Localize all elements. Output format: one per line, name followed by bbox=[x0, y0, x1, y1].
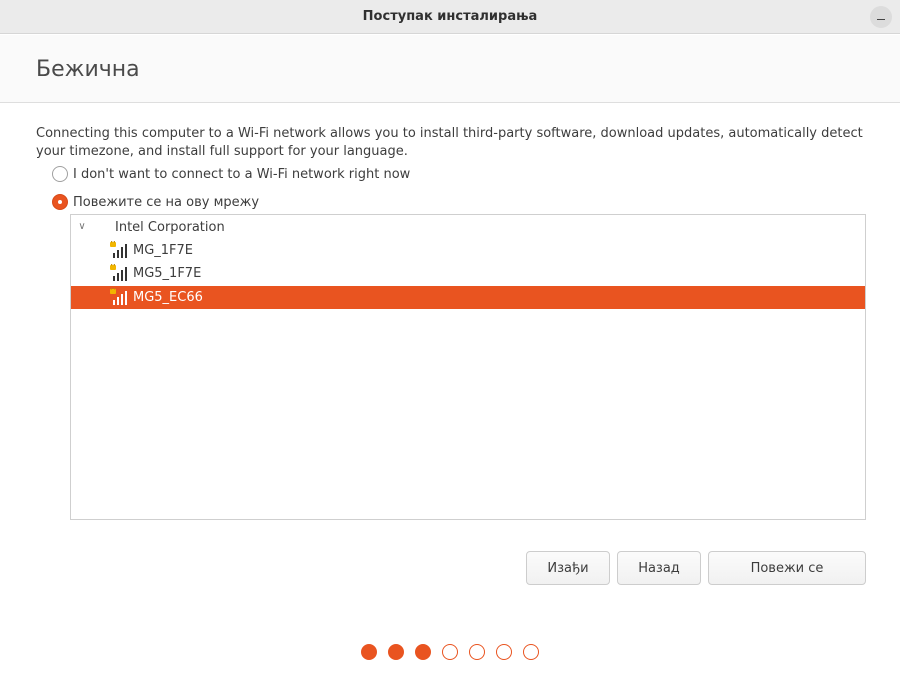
radio-connect-network[interactable] bbox=[52, 194, 68, 210]
network-row[interactable]: MG5_1F7E bbox=[71, 262, 865, 285]
window-title: Поступак инсталирања bbox=[362, 9, 538, 24]
description-text: Connecting this computer to a Wi-Fi netw… bbox=[36, 126, 863, 159]
option-no-wifi[interactable]: I don't want to connect to a Wi-Fi netwo… bbox=[52, 166, 410, 182]
chevron-down-icon[interactable]: ∨ bbox=[76, 221, 88, 233]
secure-wifi-signal-icon bbox=[110, 288, 127, 305]
progress-dot bbox=[469, 644, 485, 660]
progress-dot bbox=[361, 644, 377, 660]
progress-dot bbox=[523, 644, 539, 660]
network-list[interactable]: ∨ Intel Corporation MG_1F7E MG5_1F7E MG5… bbox=[70, 214, 866, 520]
option-connect-network[interactable]: Повежите се на ову мрежу bbox=[52, 194, 259, 210]
secure-wifi-signal-icon bbox=[110, 241, 127, 258]
progress-dot bbox=[415, 644, 431, 660]
progress-dot bbox=[388, 644, 404, 660]
network-ssid: MG5_1F7E bbox=[133, 266, 202, 281]
quit-button[interactable]: Изађи bbox=[526, 551, 610, 585]
minimize-button[interactable] bbox=[870, 6, 892, 28]
page-header: Бежична bbox=[0, 35, 900, 103]
page-title: Бежична bbox=[36, 57, 140, 82]
vendor-label: Intel Corporation bbox=[115, 220, 225, 235]
network-row[interactable]: MG_1F7E bbox=[71, 239, 865, 262]
network-row-selected[interactable]: MG5_EC66 bbox=[71, 286, 865, 309]
secure-wifi-signal-icon bbox=[110, 264, 127, 281]
back-button[interactable]: Назад bbox=[617, 551, 701, 585]
progress-dot bbox=[442, 644, 458, 660]
vendor-row[interactable]: ∨ Intel Corporation bbox=[71, 216, 865, 239]
radio-no-wifi[interactable] bbox=[52, 166, 68, 182]
title-bar: Поступак инсталирања bbox=[0, 0, 900, 34]
progress-dots bbox=[361, 644, 550, 660]
progress-dot bbox=[496, 644, 512, 660]
option-no-wifi-label: I don't want to connect to a Wi-Fi netwo… bbox=[73, 166, 411, 182]
option-connect-network-label: Повежите се на ову мрежу bbox=[73, 194, 260, 210]
connect-button[interactable]: Повежи се bbox=[708, 551, 866, 585]
network-ssid: MG5_EC66 bbox=[133, 290, 203, 305]
minimize-icon bbox=[877, 19, 885, 20]
network-ssid: MG_1F7E bbox=[133, 243, 194, 258]
